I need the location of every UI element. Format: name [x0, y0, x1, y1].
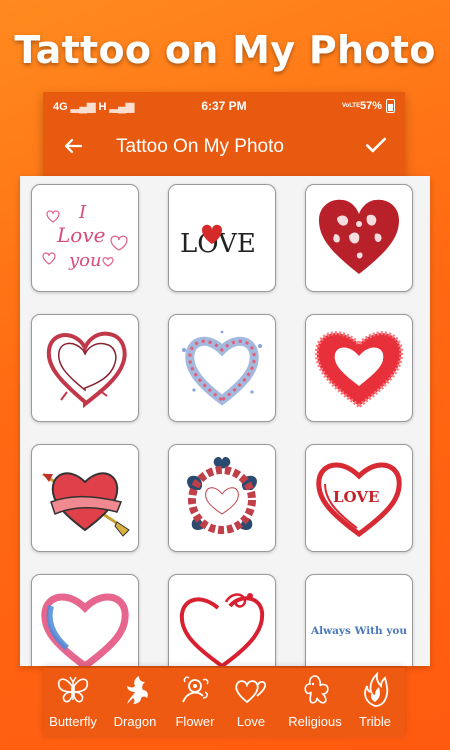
svg-text:I: I — [78, 202, 87, 223]
category-bar: Butterfly Dragon Flower Love Religious T… — [43, 668, 405, 738]
svg-text:you: you — [68, 250, 102, 271]
butterfly-icon — [57, 676, 89, 703]
tattoo-tile-sketch-heart[interactable] — [31, 314, 139, 422]
tattoo-tile-love-word[interactable]: LOVE — [168, 184, 276, 292]
svg-text:LOVE: LOVE — [333, 488, 379, 506]
toolbar: Tattoo On My Photo — [43, 128, 405, 168]
check-icon[interactable] — [363, 132, 389, 158]
floral-wreath-heart-icon — [187, 457, 257, 534]
tattoo-tile-ornamental-heart[interactable] — [305, 184, 413, 292]
tattoo-tile-spiky-heart[interactable] — [305, 314, 413, 422]
watercolor-heart-icon — [41, 593, 129, 666]
tattoo-tile-watercolor-heart[interactable] — [31, 574, 139, 666]
tattoo-tile-swirl-heart[interactable] — [168, 574, 276, 666]
category-dragon[interactable]: Dragon — [105, 668, 165, 738]
tattoo-tile-arrow-heart[interactable] — [31, 444, 139, 552]
category-label: Love — [236, 714, 266, 729]
app-header: 4G ▂▄▆ H ▂▄▆ 6:37 PM VoLTE 57% Tattoo On… — [43, 92, 405, 182]
tattoo-tile-always-with-you[interactable]: Always With you — [305, 574, 413, 666]
ganesha-icon — [304, 675, 329, 704]
battery-percent: 57% — [359, 100, 382, 112]
always-with-you-icon: Always With you — [311, 625, 407, 637]
tattoo-grid: I Love you LOVE LOVE Always With you — [20, 176, 430, 666]
svg-text:Love: Love — [56, 223, 105, 247]
ornamental-heart-icon — [319, 199, 399, 274]
swirl-heart-icon — [179, 593, 265, 666]
category-love[interactable]: Love — [221, 668, 281, 738]
spiky-heart-icon — [314, 331, 404, 409]
svg-text:Always With you: Always With you — [311, 625, 407, 637]
sketch-heart-icon — [46, 331, 127, 409]
status-bar: 4G ▂▄▆ H ▂▄▆ 6:37 PM VoLTE 57% — [43, 92, 405, 122]
tattoo-tile-floral-heart[interactable] — [168, 444, 276, 552]
volte-label: VoLTE — [341, 103, 361, 109]
flower-icon — [182, 676, 209, 703]
arrow-ribbon-heart-icon — [42, 472, 130, 537]
tattoo-tile-i-love-you[interactable]: I Love you — [31, 184, 139, 292]
tattoo-tile-splatter-heart[interactable] — [168, 314, 276, 422]
category-butterfly[interactable]: Butterfly — [43, 668, 103, 738]
splatter-heart-icon — [182, 330, 262, 406]
flame-icon — [364, 672, 389, 707]
category-religious[interactable]: Religious — [285, 668, 345, 738]
category-label: Trible — [358, 714, 392, 729]
dragon-icon — [127, 676, 148, 704]
category-trible[interactable]: Trible — [345, 668, 405, 738]
tattoo-tile-love-brush-heart[interactable]: LOVE — [305, 444, 413, 552]
toolbar-title: Tattoo On My Photo — [116, 136, 284, 157]
love-word-heart-icon: LOVE — [180, 224, 256, 259]
battery-icon — [386, 99, 395, 113]
hearts-icon — [235, 680, 267, 704]
banner-title: Tattoo on My Photo — [14, 28, 436, 72]
i-love-you-tattoo-icon: I Love you — [42, 202, 128, 271]
brush-heart-love-icon: LOVE — [316, 462, 402, 538]
arrow-back-icon[interactable] — [61, 134, 85, 158]
